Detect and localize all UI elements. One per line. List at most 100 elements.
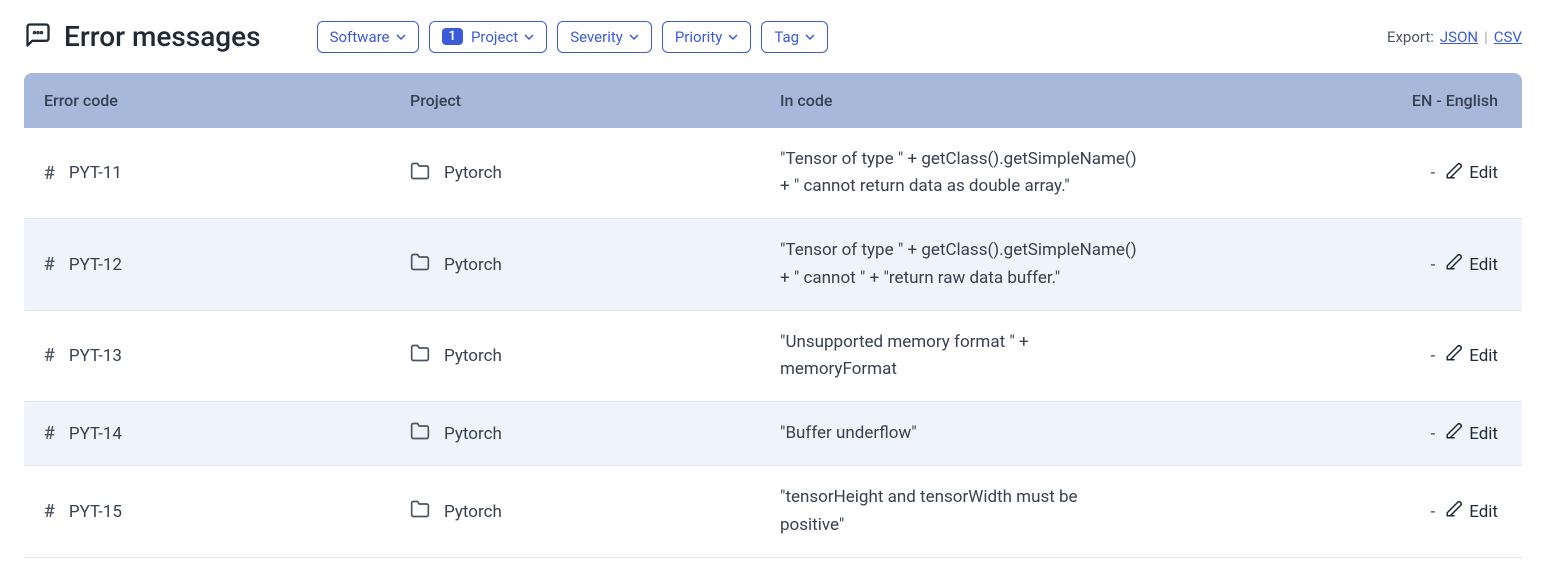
filter-severity[interactable]: Severity [557, 21, 652, 53]
table-row: # PYT-12 Pytorch "Tensor of type " + getCla… [24, 219, 1522, 310]
en-empty-dash: - [1431, 346, 1436, 366]
col-header-en: EN - English [1302, 73, 1522, 128]
cell-incode: "Tensor of type " + getClass().getSimple… [764, 128, 1302, 218]
table-body: # PYT-11 Pytorch "Tensor of type " + getCla… [24, 128, 1522, 558]
en-empty-dash: - [1431, 502, 1436, 522]
cell-code: # PYT-14 [24, 405, 394, 462]
error-code: PYT-13 [69, 346, 122, 366]
incode-text: "Tensor of type " + getClass().getSimple… [780, 237, 1140, 291]
error-code: PYT-14 [69, 424, 122, 444]
cell-en: - Edit [1302, 144, 1522, 203]
cell-en: - Edit [1302, 235, 1522, 294]
cell-code: # PYT-11 [24, 145, 394, 202]
folder-icon [410, 499, 430, 524]
col-header-incode: In code [764, 73, 1302, 128]
hash-icon: # [44, 423, 55, 444]
cell-en: - Edit [1302, 326, 1522, 385]
project-name: Pytorch [444, 424, 502, 444]
edit-label: Edit [1469, 424, 1498, 444]
cell-incode: "Buffer underflow" [764, 402, 1302, 465]
chevron-down-icon [728, 32, 738, 42]
table-row: # PYT-13 Pytorch "Unsupported memory format… [24, 311, 1522, 402]
chevron-down-icon [524, 32, 534, 42]
table-row: # PYT-15 Pytorch "tensorHeight and tensorWi… [24, 466, 1522, 557]
export-csv-link[interactable]: CSV [1494, 28, 1522, 46]
filter-count-badge: 1 [442, 28, 463, 45]
incode-text: "Tensor of type " + getClass().getSimple… [780, 146, 1140, 200]
filter-label: Priority [675, 28, 722, 46]
folder-icon [410, 252, 430, 277]
export-json-link[interactable]: JSON [1440, 28, 1478, 46]
filter-label: Tag [774, 28, 799, 46]
edit-icon [1445, 500, 1463, 523]
filter-tag[interactable]: Tag [761, 21, 828, 53]
hash-icon: # [44, 501, 55, 522]
col-header-project: Project [394, 73, 764, 128]
cell-code: # PYT-15 [24, 483, 394, 540]
filter-priority[interactable]: Priority [662, 21, 751, 53]
edit-label: Edit [1469, 346, 1498, 366]
export-label: Export: [1387, 28, 1434, 46]
edit-button[interactable]: Edit [1445, 162, 1498, 185]
hash-icon: # [44, 345, 55, 366]
en-empty-dash: - [1431, 255, 1436, 275]
cell-project: Pytorch [394, 481, 764, 542]
error-code: PYT-15 [69, 502, 122, 522]
filter-bar: Software 1 Project Severity Priority T [317, 21, 828, 53]
table-row: # PYT-14 Pytorch "Buffer underflow" - Edit [24, 402, 1522, 466]
edit-label: Edit [1469, 502, 1498, 522]
cell-incode: "tensorHeight and tensorWidth must be po… [764, 466, 1302, 556]
cell-code: # PYT-13 [24, 327, 394, 384]
incode-text: "Unsupported memory format " + memoryFor… [780, 329, 1140, 383]
hash-icon: # [44, 254, 55, 275]
edit-icon [1445, 253, 1463, 276]
chat-bubble-icon [24, 21, 52, 53]
edit-icon [1445, 344, 1463, 367]
col-header-code: Error code [24, 73, 394, 128]
cell-project: Pytorch [394, 403, 764, 464]
table-row: # PYT-11 Pytorch "Tensor of type " + getCla… [24, 128, 1522, 219]
filter-label: Project [471, 28, 518, 46]
error-code: PYT-11 [69, 163, 122, 183]
cell-incode: "Unsupported memory format " + memoryFor… [764, 311, 1302, 401]
cell-code: # PYT-12 [24, 236, 394, 293]
export-separator: | [1484, 28, 1488, 46]
edit-label: Edit [1469, 163, 1498, 183]
filter-label: Severity [570, 28, 623, 46]
project-name: Pytorch [444, 255, 502, 275]
folder-icon [410, 343, 430, 368]
cell-en: - Edit [1302, 482, 1522, 541]
table-header: Error code Project In code EN - English [24, 73, 1522, 128]
page-title: Error messages [64, 20, 261, 53]
filter-software[interactable]: Software [317, 21, 419, 53]
folder-icon [410, 421, 430, 446]
error-table: Error code Project In code EN - English … [24, 73, 1522, 558]
cell-project: Pytorch [394, 143, 764, 204]
edit-icon [1445, 422, 1463, 445]
edit-button[interactable]: Edit [1445, 253, 1498, 276]
project-name: Pytorch [444, 163, 502, 183]
cell-project: Pytorch [394, 234, 764, 295]
chevron-down-icon [396, 32, 406, 42]
error-code: PYT-12 [69, 255, 122, 275]
cell-project: Pytorch [394, 325, 764, 386]
cell-en: - Edit [1302, 404, 1522, 463]
filter-label: Software [330, 28, 390, 46]
hash-icon: # [44, 163, 55, 184]
incode-text: "tensorHeight and tensorWidth must be po… [780, 484, 1140, 538]
folder-icon [410, 161, 430, 186]
project-name: Pytorch [444, 502, 502, 522]
chevron-down-icon [805, 32, 815, 42]
chevron-down-icon [629, 32, 639, 42]
edit-button[interactable]: Edit [1445, 422, 1498, 445]
filter-project[interactable]: 1 Project [429, 21, 548, 53]
edit-label: Edit [1469, 255, 1498, 275]
cell-incode: "Tensor of type " + getClass().getSimple… [764, 219, 1302, 309]
edit-button[interactable]: Edit [1445, 344, 1498, 367]
en-empty-dash: - [1431, 424, 1436, 444]
project-name: Pytorch [444, 346, 502, 366]
incode-text: "Buffer underflow" [780, 420, 1140, 447]
edit-button[interactable]: Edit [1445, 500, 1498, 523]
en-empty-dash: - [1431, 163, 1436, 183]
edit-icon [1445, 162, 1463, 185]
